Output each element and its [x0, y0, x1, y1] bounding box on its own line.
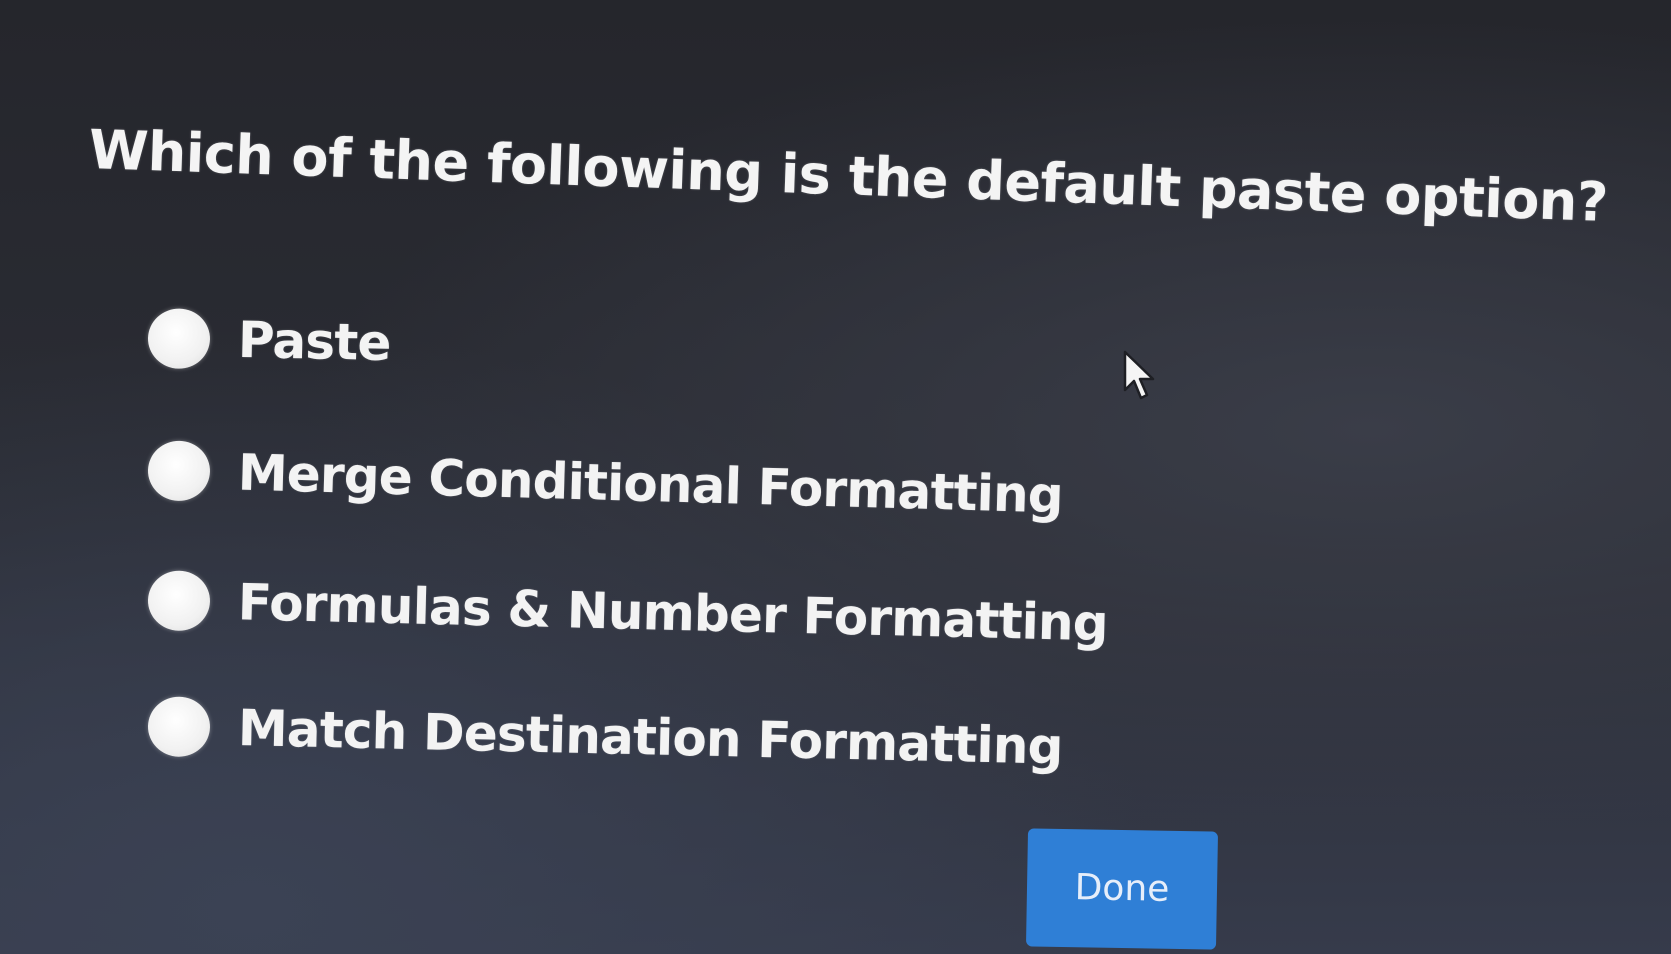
- option-label: Paste: [237, 310, 392, 373]
- option-label: Match Destination Formatting: [237, 699, 1064, 776]
- question-text: Which of the following is the default pa…: [87, 118, 1609, 234]
- option-merge-conditional-formatting[interactable]: Merge Conditional Formatting: [147, 440, 1064, 526]
- radio-button-unselected-icon[interactable]: [147, 440, 211, 502]
- quiz-screen: Which of the following is the default pa…: [0, 0, 1671, 954]
- radio-button-unselected-icon[interactable]: [147, 696, 211, 758]
- option-paste[interactable]: Paste: [147, 308, 391, 373]
- mouse-pointer-icon: [1123, 350, 1155, 400]
- option-label: Merge Conditional Formatting: [237, 443, 1064, 525]
- option-match-destination-formatting[interactable]: Match Destination Formatting: [147, 696, 1063, 777]
- radio-button-unselected-icon[interactable]: [147, 570, 211, 632]
- done-button[interactable]: Done: [1025, 828, 1219, 950]
- option-label: Formulas & Number Formatting: [237, 573, 1109, 653]
- option-formulas-number-formatting[interactable]: Formulas & Number Formatting: [147, 570, 1109, 653]
- radio-button-unselected-icon[interactable]: [147, 308, 211, 370]
